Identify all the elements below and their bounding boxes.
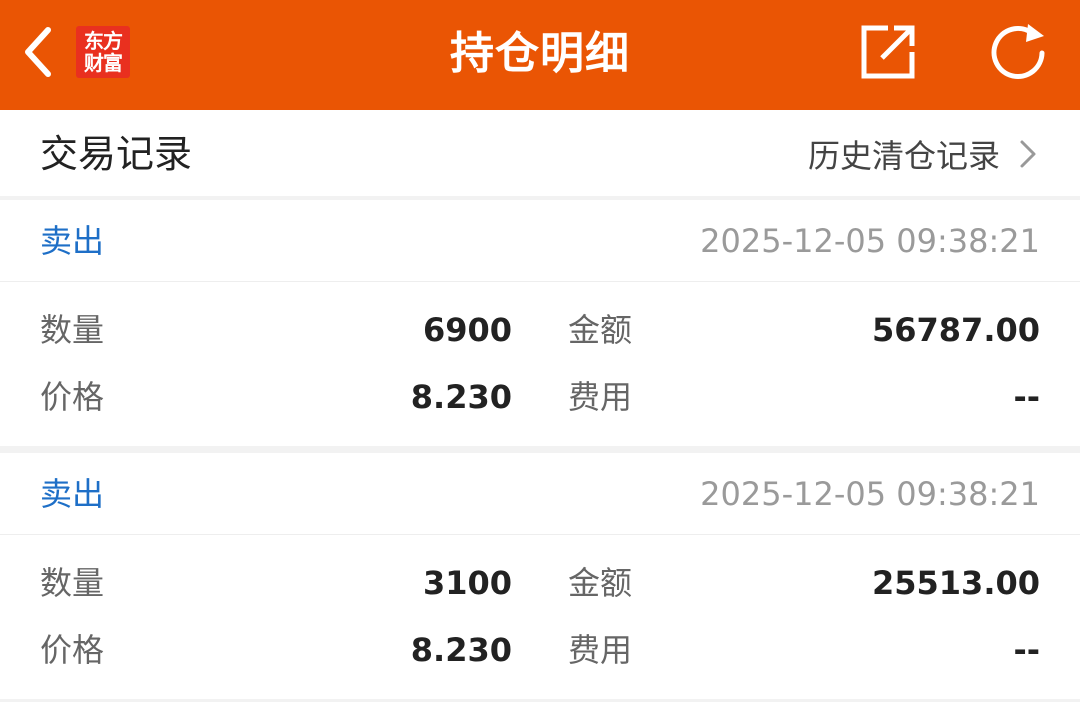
trade-row-quantity-amount: 数量 6900 金额 56787.00: [0, 300, 1080, 360]
trade-record-header: 卖出 2025-12-05 09:38:21: [0, 453, 1080, 535]
amount-label: 金额: [568, 311, 633, 349]
quantity-value: 6900: [422, 311, 512, 349]
amount-label: 金额: [568, 564, 633, 602]
section-title: 交易记录: [40, 132, 193, 176]
quantity-label: 数量: [40, 311, 105, 349]
trade-time: 2025-12-05 09:38:21: [700, 475, 1040, 513]
trade-record-card[interactable]: 卖出 2025-12-05 09:38:21 数量 6900 金额 56787.…: [0, 200, 1080, 446]
trade-type: 卖出: [40, 222, 105, 260]
price-value: 8.230: [410, 378, 512, 416]
fee-value: --: [1013, 631, 1040, 669]
quantity-value: 3100: [422, 564, 512, 602]
refresh-button[interactable]: [986, 22, 1056, 84]
trade-row-quantity-amount: 数量 3100 金额 25513.00: [0, 553, 1080, 613]
fee-label: 费用: [568, 378, 633, 416]
fee-value: --: [1013, 378, 1040, 416]
chevron-right-icon: [1020, 140, 1036, 168]
fee-label: 费用: [568, 631, 633, 669]
top-nav-bar: 东方 财富 持仓明细: [0, 0, 1080, 110]
quantity-label: 数量: [40, 564, 105, 602]
trade-type: 卖出: [40, 475, 105, 513]
amount-value: 56787.00: [871, 311, 1040, 349]
trade-time: 2025-12-05 09:38:21: [700, 222, 1040, 260]
price-label: 价格: [40, 378, 105, 416]
refresh-icon: [991, 24, 1045, 79]
trade-record-card[interactable]: 卖出 2025-12-05 09:38:21 数量 3100 金额 25513.…: [0, 453, 1080, 699]
price-value: 8.230: [410, 631, 512, 669]
history-link-label: 历史清仓记录: [807, 137, 1000, 175]
share-icon: [861, 25, 915, 79]
trade-records-header: 交易记录 历史清仓记录: [0, 110, 1080, 196]
amount-value: 25513.00: [871, 564, 1040, 602]
trade-row-price-fee: 价格 8.230 费用 --: [0, 620, 1080, 680]
trade-row-price-fee: 价格 8.230 费用 --: [0, 367, 1080, 427]
share-button[interactable]: [858, 22, 920, 82]
trade-record-header: 卖出 2025-12-05 09:38:21: [0, 200, 1080, 282]
price-label: 价格: [40, 631, 105, 669]
history-clearance-link[interactable]: 历史清仓记录: [808, 124, 1038, 184]
